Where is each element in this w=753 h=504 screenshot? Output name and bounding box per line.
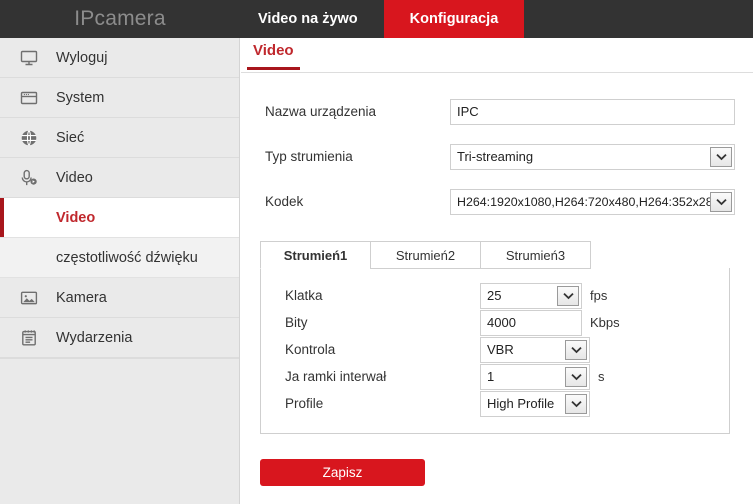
bitrate-label: Bity <box>285 315 308 330</box>
bitrate-input[interactable]: 4000 <box>480 309 582 336</box>
chevron-down-icon[interactable] <box>565 339 587 360</box>
rate-control-label: Kontrola <box>285 342 336 357</box>
save-button-wrap: Zapisz <box>260 459 425 486</box>
image-icon <box>16 285 42 311</box>
sidebar-item-label: Sieć <box>56 129 85 146</box>
rate-control-value: VBR <box>487 342 514 357</box>
stream-settings-panel: Klatka 25 fps Bity 4000 Kbps Kontrola VB… <box>260 268 730 434</box>
window-icon <box>16 85 42 111</box>
codec-value: H264:1920x1080,H264:720x480,H264:352x288 <box>457 194 710 209</box>
field-row-bitrate: Bity 4000 Kbps <box>261 309 729 336</box>
content-tabbar: Video <box>241 38 753 73</box>
tab-video[interactable]: Video <box>247 42 300 70</box>
tab-stream-3[interactable]: Strumień3 <box>480 241 591 269</box>
sidebar: Wyloguj System Sieć Video Video częstotl… <box>0 38 240 504</box>
sidebar-item-kamera[interactable]: Kamera <box>0 278 239 318</box>
field-row-codec: Kodek H264:1920x1080,H264:720x480,H264:3… <box>241 179 753 224</box>
app-logo: IPcamera <box>74 7 166 30</box>
profile-label: Profile <box>285 396 324 411</box>
chevron-down-icon[interactable] <box>565 393 587 414</box>
tab-stream-2[interactable]: Strumień2 <box>370 241 481 269</box>
sidebar-item-wydarzenia[interactable]: Wydarzenia <box>0 318 239 358</box>
profile-select[interactable]: High Profile <box>480 390 590 417</box>
chevron-down-icon[interactable] <box>710 146 732 167</box>
video-mic-icon <box>16 165 42 191</box>
stream-block: Strumień1 Strumień2 Strumień3 Klatka 25 … <box>260 241 730 434</box>
stream-type-value: Tri-streaming <box>457 149 534 164</box>
sidebar-item-label: Wyloguj <box>56 49 108 66</box>
device-name-label: Nazwa urządzenia <box>265 104 377 119</box>
sidebar-subitem-audio-frequency[interactable]: częstotliwość dźwięku <box>0 238 239 278</box>
iframe-interval-value: 1 <box>487 369 495 384</box>
framerate-label: Klatka <box>285 288 323 303</box>
save-button[interactable]: Zapisz <box>260 459 425 486</box>
sidebar-item-label: Video <box>56 169 93 186</box>
framerate-value: 25 <box>487 288 502 303</box>
iframe-interval-select[interactable]: 1 <box>480 363 590 390</box>
sidebar-subitem-label: częstotliwość dźwięku <box>56 249 198 266</box>
sidebar-item-label: Kamera <box>56 289 107 306</box>
sidebar-item-siec[interactable]: Sieć <box>0 118 239 158</box>
sidebar-subitem-video[interactable]: Video <box>0 198 239 238</box>
sidebar-subitem-label: Video <box>56 209 96 226</box>
sidebar-item-label: System <box>56 89 105 106</box>
globe-icon <box>16 125 42 151</box>
sidebar-item-system[interactable]: System <box>0 78 239 118</box>
iframe-interval-label: Ja ramki interwał <box>285 369 387 384</box>
field-row-profile: Profile High Profile <box>261 390 729 417</box>
tab-stream-1[interactable]: Strumień1 <box>260 241 371 269</box>
codec-label: Kodek <box>265 194 304 209</box>
rate-control-select[interactable]: VBR <box>480 336 590 363</box>
stream-tabbar: Strumień1 Strumień2 Strumień3 <box>260 241 730 269</box>
field-row-framerate: Klatka 25 fps <box>261 282 729 309</box>
chevron-down-icon[interactable] <box>557 285 579 306</box>
framerate-select[interactable]: 25 <box>480 282 582 309</box>
sidebar-filler <box>0 358 239 504</box>
stream-type-select[interactable]: Tri-streaming <box>450 143 735 170</box>
chevron-down-icon[interactable] <box>710 191 732 212</box>
sidebar-item-video[interactable]: Video <box>0 158 239 198</box>
field-row-device-name: Nazwa urządzenia IPC <box>241 89 753 134</box>
codec-select[interactable]: H264:1920x1080,H264:720x480,H264:352x288 <box>450 188 735 215</box>
notepad-icon <box>16 325 42 351</box>
content-panel: Video Nazwa urządzenia IPC Typ strumieni… <box>241 38 753 504</box>
monitor-icon <box>16 45 42 71</box>
nav-item-configuration[interactable]: Konfiguracja <box>383 0 525 38</box>
field-row-stream-type: Typ strumienia Tri-streaming <box>241 134 753 179</box>
bitrate-unit: Kbps <box>590 315 620 330</box>
video-settings-form: Nazwa urządzenia IPC Typ strumienia Tri-… <box>241 73 753 224</box>
page-root: IPcamera Video na żywo Konfiguracja Wylo… <box>0 0 753 504</box>
nav-item-live-video[interactable]: Video na żywo <box>240 0 384 38</box>
profile-value: High Profile <box>487 396 555 411</box>
stream-type-label: Typ strumienia <box>265 149 353 164</box>
chevron-down-icon[interactable] <box>565 366 587 387</box>
sidebar-item-wyloguj[interactable]: Wyloguj <box>0 38 239 78</box>
iframe-interval-unit: s <box>598 369 605 384</box>
device-name-input[interactable]: IPC <box>450 98 735 125</box>
field-row-iframe-interval: Ja ramki interwał 1 s <box>261 363 729 390</box>
app-header: IPcamera Video na żywo Konfiguracja <box>0 0 753 38</box>
field-row-rate-control: Kontrola VBR <box>261 336 729 363</box>
sidebar-item-label: Wydarzenia <box>56 329 133 346</box>
framerate-unit: fps <box>590 288 608 303</box>
